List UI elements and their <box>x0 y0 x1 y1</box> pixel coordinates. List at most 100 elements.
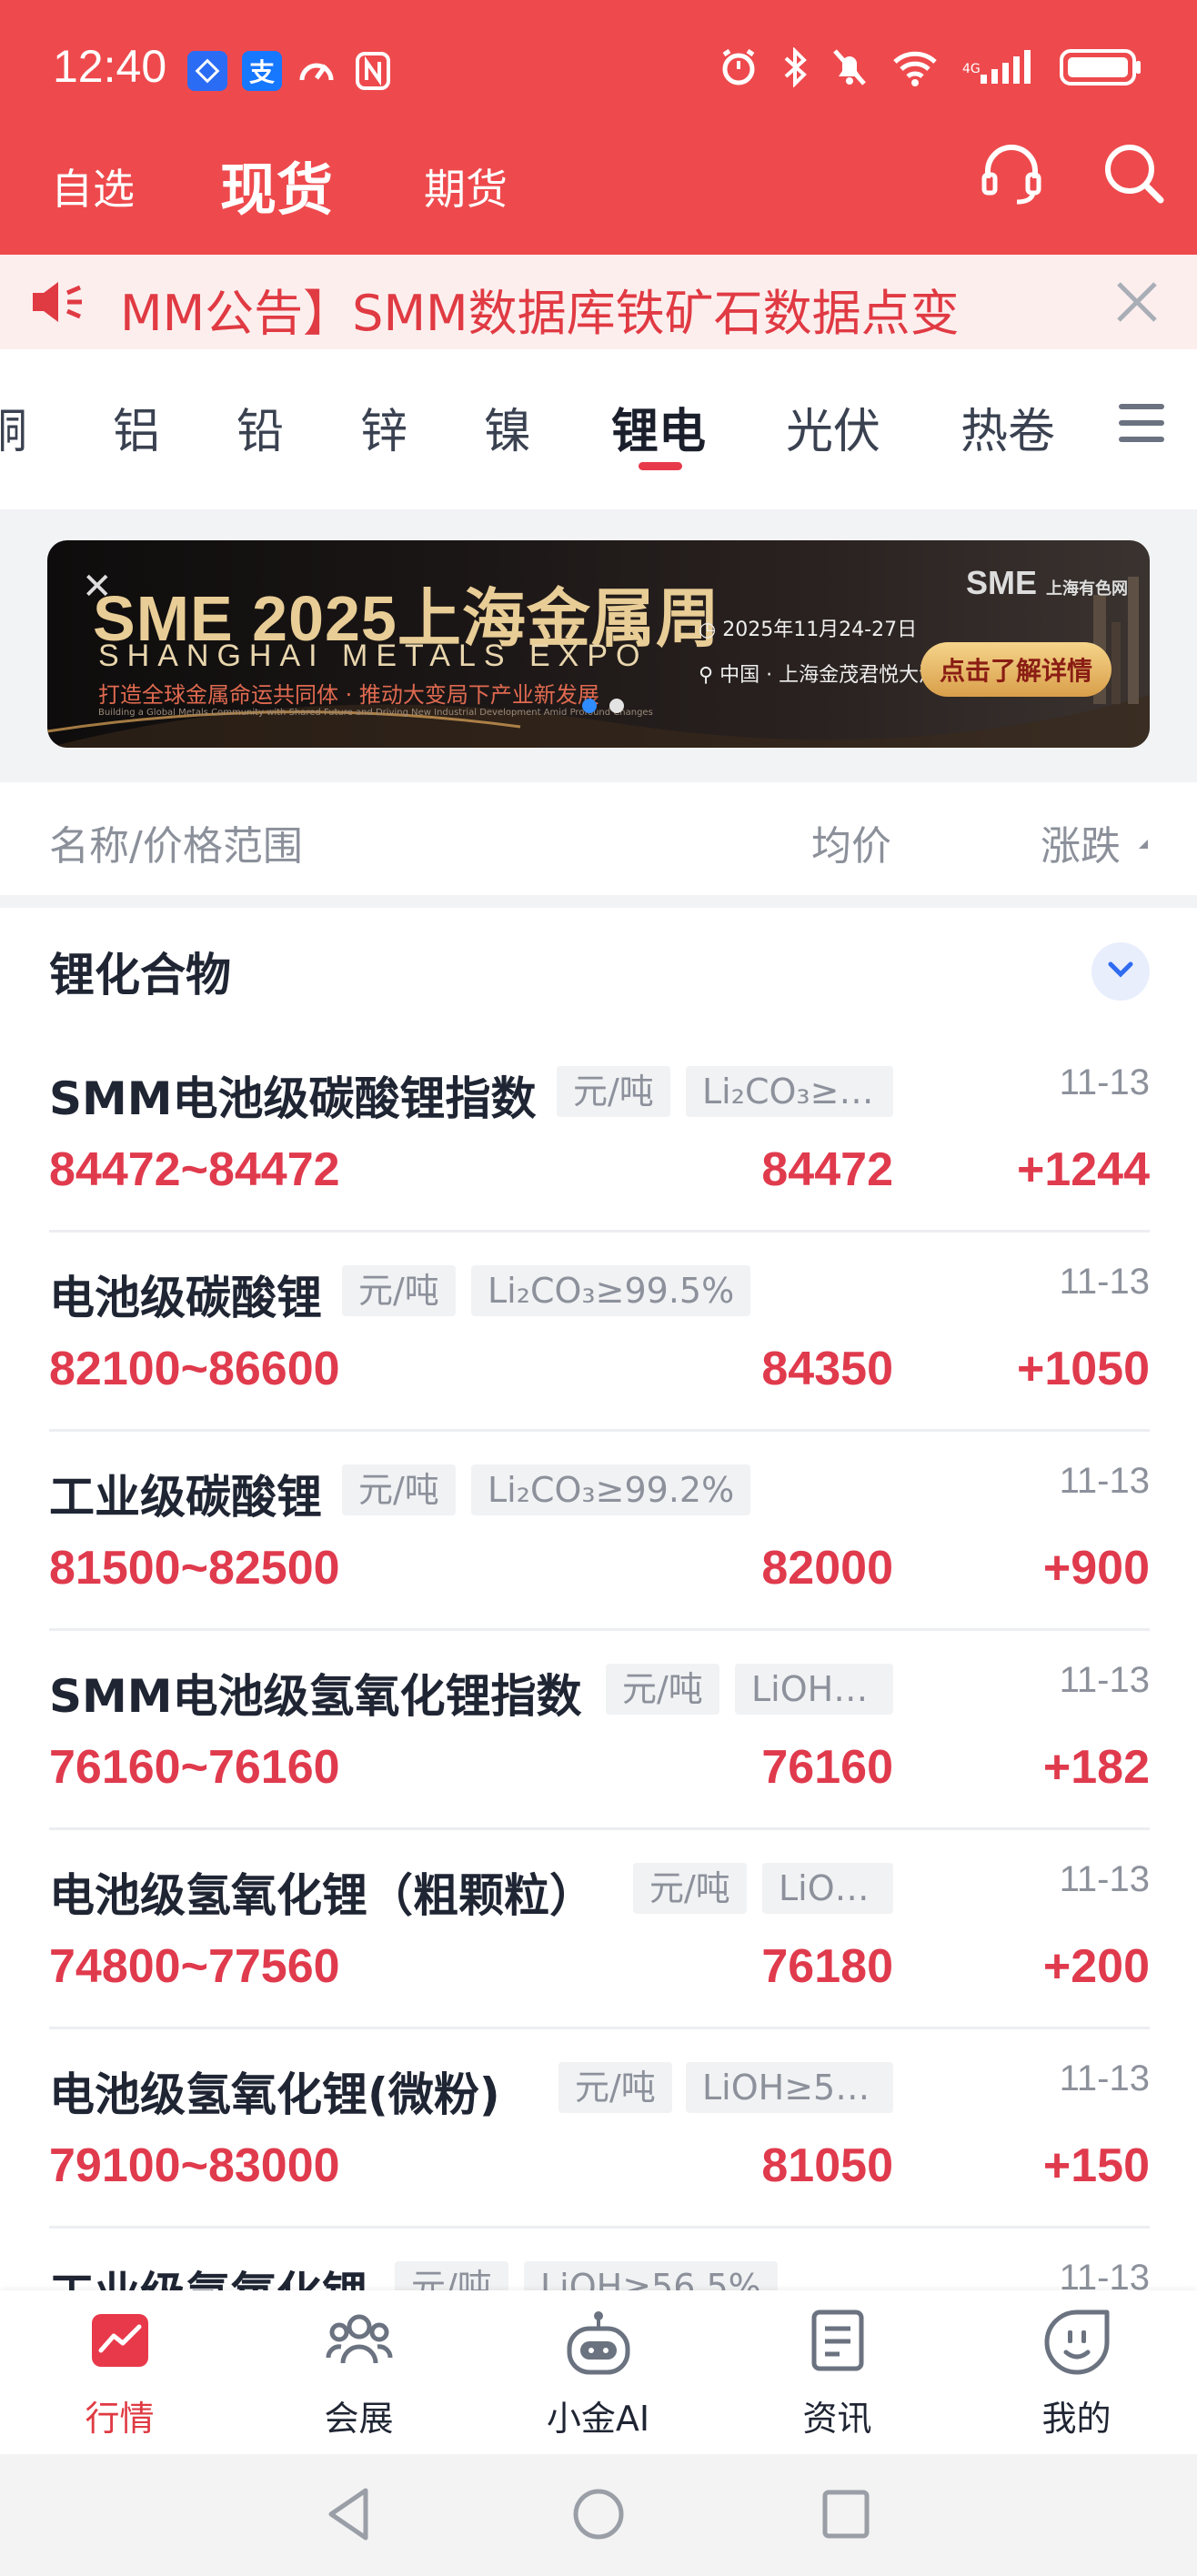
category-tabs: 铜 铝 铅 锌 镍 锂电 光伏 热卷 <box>0 349 1197 509</box>
notice-bar[interactable]: MM公告】SMM数据库铁矿石数据点变 <box>0 255 1197 349</box>
price-range: 74800~77560 <box>49 1940 340 1993</box>
signal-icon: 4G <box>962 47 1035 87</box>
avg-price: 76180 <box>761 1940 893 1993</box>
recents-icon[interactable] <box>820 2485 871 2543</box>
menu-icon[interactable] <box>1117 400 1166 449</box>
unit-tag: 元/吨 <box>558 2062 672 2113</box>
column-change[interactable]: 涨跌 <box>1041 813 1121 871</box>
tab-copper[interactable]: 铜 <box>0 393 27 461</box>
list-item[interactable]: 电池级氢氧化锂（粗颗粒） 元/吨 LiO… 11-13 74800~77560 … <box>49 1830 1150 2029</box>
nav-label: 行情 <box>85 2399 155 2439</box>
avg-price: 84350 <box>761 1343 893 1395</box>
carousel-dots <box>582 699 624 713</box>
banner-small-text: Building a Global Metals Community with … <box>98 708 653 718</box>
price-change: +150 <box>1042 2139 1150 2192</box>
section-title: 锂化合物 <box>49 949 231 1001</box>
spec-tag: Li₂CO₃≥99.5% <box>471 1265 751 1316</box>
speaker-icon <box>27 277 86 331</box>
sort-icon[interactable] <box>1137 837 1150 854</box>
banner-logo: SME 上海有色网 <box>966 564 1128 602</box>
item-date: 11-13 <box>1059 1660 1150 1700</box>
wifi-icon <box>891 47 939 87</box>
item-date: 11-13 <box>1059 1461 1150 1501</box>
carousel-dot <box>609 699 624 713</box>
item-date: 11-13 <box>1059 2058 1150 2098</box>
banner-date: ◷ 2025年11月24-27日 <box>699 619 918 641</box>
list-item[interactable]: 工业级碳酸锂 元/吨 Li₂CO₃≥99.2% 11-13 81500~8250… <box>49 1432 1150 1631</box>
tab-aluminum[interactable]: 铝 <box>113 393 160 461</box>
item-name: SMM电池级碳酸锂指数 <box>49 1072 537 1125</box>
unit-tag: 元/吨 <box>606 1664 719 1715</box>
people-icon <box>325 2309 394 2376</box>
unit-tag: 元/吨 <box>342 1265 456 1316</box>
headset-icon[interactable] <box>979 138 1044 211</box>
svg-text:4G: 4G <box>962 62 981 76</box>
spec-tag: Li₂CO₃≥… <box>686 1066 893 1117</box>
alarm-icon <box>719 47 759 87</box>
price-change: +182 <box>1042 1741 1150 1794</box>
tab-photovoltaic[interactable]: 光伏 <box>786 393 880 461</box>
unit-tag: 元/吨 <box>557 1066 670 1117</box>
status-time: 12:40 <box>53 41 167 92</box>
price-change: +1244 <box>1016 1143 1150 1196</box>
banner-area: ✕ SME 2025上海金属周 SHANGHAI METALS EXPO 打造全… <box>0 509 1197 782</box>
notice-text[interactable]: MM公告】SMM数据库铁矿石数据点变 <box>120 273 1084 345</box>
nav-label: 小金AI <box>546 2399 650 2439</box>
tab-watchlist[interactable]: 自选 <box>51 156 135 216</box>
list-item[interactable]: SMM电池级碳酸锂指数 元/吨 Li₂CO₃≥… 11-13 84472~844… <box>49 1033 1150 1233</box>
column-name: 名称/价格范围 <box>49 823 303 870</box>
avg-price: 76160 <box>761 1741 893 1794</box>
item-name: 电池级碳酸锂 <box>49 1272 322 1324</box>
tab-zinc[interactable]: 锌 <box>360 393 407 461</box>
item-date: 11-13 <box>1059 1859 1150 1899</box>
banner-slogan: 打造全球金属命运共同体 · 推动大变局下产业新发展 <box>98 682 599 708</box>
back-icon[interactable] <box>324 2485 373 2543</box>
item-name: 电池级氢氧化锂（粗颗粒） <box>49 1869 595 1922</box>
nfc-icon <box>353 51 393 91</box>
close-icon[interactable] <box>1113 278 1161 329</box>
tab-futures[interactable]: 期货 <box>424 156 508 216</box>
nav-ai[interactable]: 小金AI <box>478 2290 718 2454</box>
tab-lead[interactable]: 铅 <box>236 393 284 461</box>
nav-label: 资讯 <box>802 2399 872 2439</box>
nav-news[interactable]: 资讯 <box>718 2290 957 2454</box>
nav-label: 我的 <box>1041 2399 1112 2439</box>
price-change: +200 <box>1042 1940 1150 1993</box>
alipay-icon: 支 <box>242 51 282 91</box>
list-item[interactable]: 电池级氢氧化锂(微粉) 元/吨 LiOH≥5… 11-13 79100~8300… <box>49 2029 1150 2229</box>
app-header: 12:40 支 4G 自选 现货 期货 <box>0 0 1197 255</box>
section-separator <box>0 895 1197 908</box>
nav-exhibition[interactable]: 会展 <box>239 2290 478 2454</box>
collapse-button[interactable] <box>1091 942 1150 1001</box>
item-name: SMM电池级氢氧化锂指数 <box>49 1670 582 1723</box>
item-name: 工业级碳酸锂 <box>49 1471 322 1524</box>
speed-icon <box>297 51 337 91</box>
price-range: 76160~76160 <box>49 1741 340 1794</box>
list-item[interactable]: 电池级碳酸锂 元/吨 Li₂CO₃≥99.5% 11-13 82100~8660… <box>49 1233 1150 1432</box>
home-icon[interactable] <box>571 2485 626 2543</box>
spec-tag: LiO… <box>762 1863 893 1914</box>
bottom-nav: 行情 会展 小金AI 资讯 我的 <box>0 2290 1197 2454</box>
price-range: 79100~83000 <box>49 2139 340 2192</box>
document-icon <box>809 2309 867 2376</box>
promo-banner[interactable]: ✕ SME 2025上海金属周 SHANGHAI METALS EXPO 打造全… <box>47 540 1150 748</box>
item-date: 11-13 <box>1059 1262 1150 1302</box>
price-change: +1050 <box>1016 1343 1150 1395</box>
battery-icon <box>1059 47 1142 87</box>
tab-nickel[interactable]: 镍 <box>484 393 531 461</box>
status-indicators: 4G <box>719 47 1142 87</box>
search-icon[interactable] <box>1102 138 1166 211</box>
tab-hot-rolled-coil[interactable]: 热卷 <box>961 393 1055 461</box>
status-bar: 12:40 支 4G <box>0 0 1197 136</box>
tab-spot[interactable]: 现货 <box>220 144 333 226</box>
active-tab-indicator <box>639 462 682 470</box>
app-blue-icon <box>187 51 227 91</box>
tab-lithium-battery[interactable]: 锂电 <box>611 393 706 461</box>
banner-cta-button[interactable]: 点击了解详情 <box>920 642 1112 697</box>
nav-label: 会展 <box>324 2399 394 2439</box>
unit-tag: 元/吨 <box>633 1863 747 1914</box>
nav-profile[interactable]: 我的 <box>957 2290 1196 2454</box>
price-range: 84472~84472 <box>49 1143 340 1196</box>
list-item[interactable]: SMM电池级氢氧化锂指数 元/吨 LiOH… 11-13 76160~76160… <box>49 1631 1150 1830</box>
nav-market[interactable]: 行情 <box>0 2290 239 2454</box>
